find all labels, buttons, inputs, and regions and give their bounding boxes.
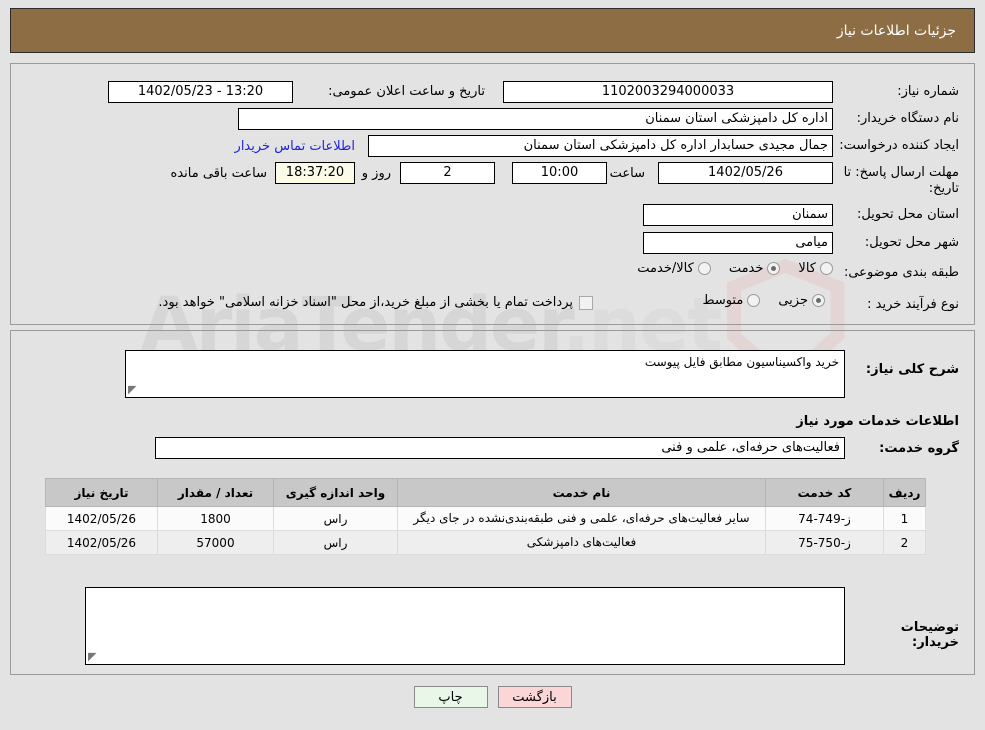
table-header-cell-3: واحد اندازه گیری bbox=[273, 478, 398, 507]
process-type-radio-0[interactable] bbox=[812, 294, 825, 307]
process-type-option-0[interactable]: جزیی bbox=[778, 293, 825, 308]
table-header-cell-0: ردیف bbox=[883, 478, 926, 507]
description-textarea[interactable]: خرید واکسیناسیون مطابق فایل پیوست ◥ bbox=[125, 350, 845, 398]
category-label-0: کالا bbox=[798, 261, 816, 276]
need-number-label: شماره نیاز: bbox=[897, 84, 959, 99]
cell-service-code: ز-749-74 bbox=[765, 506, 884, 531]
services-table-wrapper: ردیف کد خدمت نام خدمت واحد اندازه گیری تعداد… bbox=[45, 478, 926, 555]
buyer-contact-link[interactable]: اطلاعات تماس خریدار bbox=[235, 139, 355, 154]
creator-value: جمال مجیدی حسابدار اداره کل دامپزشکی است… bbox=[368, 135, 833, 157]
category-radio-0[interactable] bbox=[820, 262, 833, 275]
table-header-row: ردیف کد خدمت نام خدمت واحد اندازه گیری تعداد… bbox=[45, 478, 926, 507]
table-row: 2 ز-750-75 فعالیت‌های دامپزشکی راس 57000 1402… bbox=[45, 530, 926, 555]
cell-unit-of-measure: راس bbox=[273, 530, 398, 555]
deadline-time-label: ساعت bbox=[609, 166, 645, 181]
category-label-1: خدمت bbox=[728, 261, 764, 276]
page-root: AriaTender.net جزئیات اطلاعات نیاز شماره… bbox=[0, 0, 985, 730]
cell-quantity: 57000 bbox=[157, 530, 274, 555]
deadline-days-label: روز و bbox=[361, 166, 391, 181]
back-button[interactable]: بازگشت bbox=[497, 686, 572, 708]
services-table: ردیف کد خدمت نام خدمت واحد اندازه گیری تعداد… bbox=[45, 478, 926, 555]
category-label-2: کالا/خدمت bbox=[637, 261, 694, 276]
print-button[interactable]: چاپ bbox=[413, 686, 488, 708]
cell-service-code: ز-750-75 bbox=[765, 530, 884, 555]
deadline-days-value: 2 bbox=[400, 162, 495, 184]
category-option-1[interactable]: خدمت bbox=[729, 261, 781, 276]
process-type-option-1[interactable]: متوسط bbox=[702, 293, 761, 308]
service-group-label: گروه خدمت: bbox=[879, 441, 959, 456]
description-value: خرید واکسیناسیون مطابق فایل پیوست bbox=[644, 355, 839, 369]
cell-quantity: 1800 bbox=[157, 506, 274, 531]
description-label: شرح کلی نیاز: bbox=[865, 362, 959, 377]
table-header-cell-1: کد خدمت bbox=[765, 478, 884, 507]
resize-grip-icon[interactable]: ◥ bbox=[128, 383, 140, 396]
need-number-value: 1102003294000033 bbox=[503, 81, 833, 103]
table-row: 1 ز-749-74 سایر فعالیت‌های حرفه‌ای، علمی و… bbox=[45, 506, 926, 531]
cell-unit-of-measure: راس bbox=[273, 506, 398, 531]
announce-datetime-label: تاریخ و ساعت اعلان عمومی: bbox=[328, 84, 485, 99]
cell-service-name: فعالیت‌های دامپزشکی bbox=[397, 530, 766, 555]
cell-row-number: 1 bbox=[883, 506, 926, 531]
treasury-note-row[interactable]: پرداخت تمام یا بخشی از مبلغ خرید،از محل … bbox=[158, 295, 593, 310]
process-type-label-0: جزیی bbox=[778, 293, 808, 308]
process-type-label-1: متوسط bbox=[702, 293, 744, 308]
remaining-time-value: 18:37:20 bbox=[275, 162, 355, 184]
table-header-cell-5: تاریخ نیاز bbox=[45, 478, 158, 507]
deadline-time-value: 10:00 bbox=[512, 162, 607, 184]
city-value: میامی bbox=[643, 232, 833, 254]
buyer-comments-textarea[interactable]: ◥ bbox=[85, 587, 845, 665]
province-value: سمنان bbox=[643, 204, 833, 226]
category-radio-group[interactable]: کالا خدمت کالا/خدمت bbox=[619, 261, 833, 276]
category-label: طبقه بندی موضوعی: bbox=[843, 265, 959, 280]
cell-service-name: سایر فعالیت‌های حرفه‌ای، علمی و فنی طبقه… bbox=[397, 506, 766, 531]
treasury-note-checkbox[interactable] bbox=[579, 295, 593, 310]
province-label: استان محل تحویل: bbox=[857, 207, 959, 222]
cell-row-number: 2 bbox=[883, 530, 926, 555]
deadline-date-value: 1402/05/26 bbox=[658, 162, 833, 184]
buyer-org-value: اداره کل دامپزشکی استان سمنان bbox=[238, 108, 833, 130]
buyer-org-label: نام دستگاه خریدار: bbox=[856, 111, 959, 126]
page-title: جزئیات اطلاعات نیاز bbox=[836, 22, 956, 39]
resize-grip-icon-2[interactable]: ◥ bbox=[88, 650, 100, 663]
page-title-bar: جزئیات اطلاعات نیاز bbox=[10, 8, 975, 53]
table-header-cell-2: نام خدمت bbox=[397, 478, 766, 507]
treasury-note-label: پرداخت تمام یا بخشی از مبلغ خرید،از محل … bbox=[158, 295, 573, 310]
table-header-cell-4: تعداد / مقدار bbox=[157, 478, 274, 507]
category-radio-2[interactable] bbox=[697, 262, 711, 275]
buyer-comments-label: توضیحات خریدار: bbox=[900, 620, 959, 650]
action-button-bar: بازگشت چاپ bbox=[0, 686, 985, 708]
cell-need-date: 1402/05/26 bbox=[45, 530, 158, 555]
category-option-0[interactable]: کالا bbox=[798, 261, 833, 276]
remaining-time-label: ساعت باقی مانده bbox=[170, 166, 267, 181]
city-label: شهر محل تحویل: bbox=[864, 235, 959, 250]
announce-datetime-value: 13:20 - 1402/05/23 bbox=[108, 81, 293, 103]
process-type-label: نوع فرآیند خرید : bbox=[867, 297, 959, 312]
creator-label: ایجاد کننده درخواست: bbox=[839, 138, 959, 153]
service-group-value: فعالیت‌های حرفه‌ای، علمی و فنی bbox=[155, 437, 845, 459]
process-type-radio-1[interactable] bbox=[747, 294, 761, 307]
category-radio-1[interactable] bbox=[767, 262, 781, 275]
deadline-label: مهلت ارسال پاسخ: تا تاریخ: bbox=[843, 165, 959, 196]
cell-need-date: 1402/05/26 bbox=[45, 506, 158, 531]
services-section-heading: اطلاعات خدمات مورد نیاز bbox=[796, 414, 959, 429]
category-option-2[interactable]: کالا/خدمت bbox=[637, 261, 711, 276]
process-type-radio-group[interactable]: جزیی متوسط bbox=[684, 293, 825, 308]
